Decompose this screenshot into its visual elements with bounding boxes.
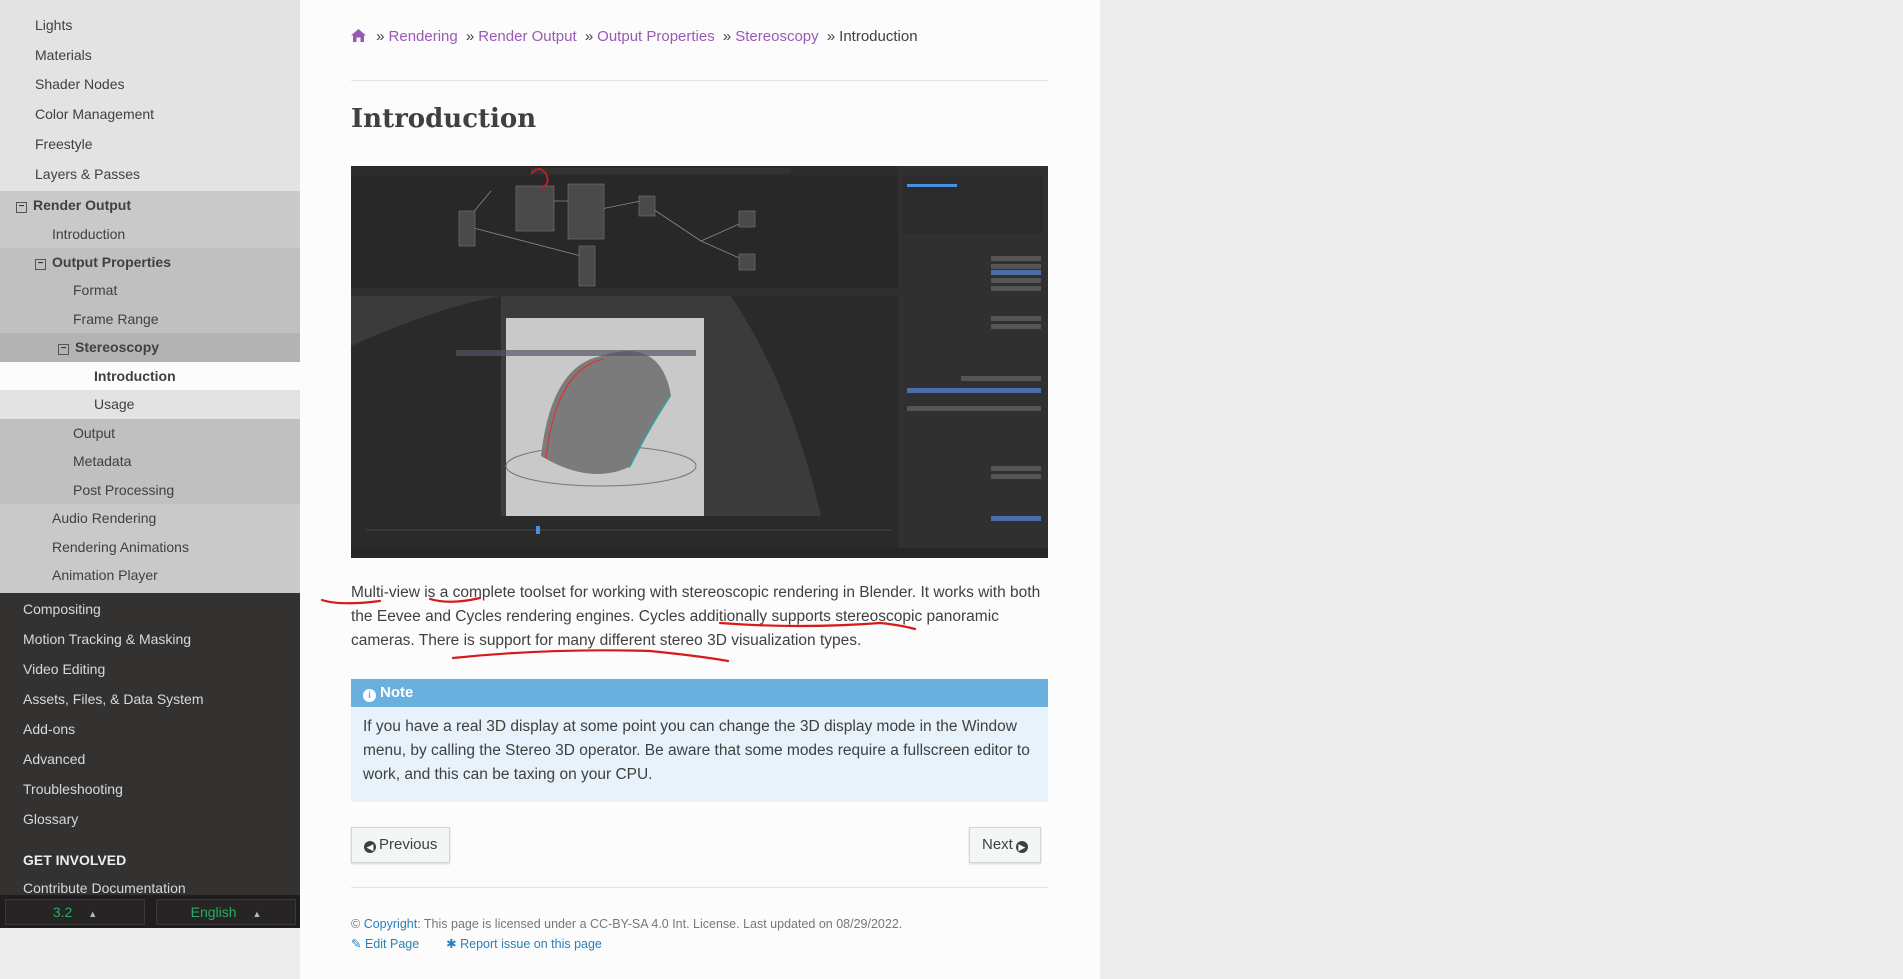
breadcrumb-separator: »: [376, 28, 385, 45]
divider: [351, 80, 1048, 81]
info-icon: i: [363, 689, 376, 702]
sidebar-item-video-editing[interactable]: Video Editing: [0, 654, 300, 684]
sidebar-item-post-processing[interactable]: Post Processing: [0, 476, 300, 505]
sidebar-item-assets[interactable]: Assets, Files, & Data System: [0, 684, 300, 714]
sidebar-item-troubleshooting[interactable]: Troubleshooting: [0, 774, 300, 804]
sidebar-item-glossary[interactable]: Glossary: [0, 804, 300, 834]
copyright-link[interactable]: Copyright: [364, 917, 418, 931]
breadcrumb-rendering[interactable]: Rendering: [389, 28, 458, 45]
sidebar-item-add-ons[interactable]: Add-ons: [0, 714, 300, 744]
previous-button[interactable]: ◀ Previous: [351, 827, 451, 863]
sidebar-item-label: Render Output: [33, 197, 131, 214]
sidebar: Lights Materials Shader Nodes Color Mana…: [0, 0, 300, 928]
sidebar-item-rendering-animations[interactable]: Rendering Animations: [0, 533, 300, 562]
sidebar-item-usage[interactable]: Usage: [0, 390, 300, 419]
sidebar-item-layers-passes[interactable]: Layers & Passes: [0, 160, 300, 192]
breadcrumb-separator: »: [826, 28, 836, 45]
breadcrumb-separator: »: [584, 28, 594, 45]
home-icon[interactable]: [351, 29, 366, 46]
sidebar-item-frame-range[interactable]: Frame Range: [0, 305, 300, 334]
breadcrumb-separator: »: [465, 28, 475, 45]
sidebar-item-label: Output Properties: [52, 254, 172, 271]
sidebar-item-color-management[interactable]: Color Management: [0, 100, 300, 130]
note-text: If you have a real 3D display at some po…: [363, 718, 1030, 783]
breadcrumb: » Rendering » Render Output » Output Proper…: [351, 28, 1048, 46]
sidebar-item-motion-tracking[interactable]: Motion Tracking & Masking: [0, 624, 300, 654]
note-title-label: Note: [380, 684, 414, 701]
next-label: Next: [982, 836, 1013, 853]
caret-up-icon: ▲: [252, 909, 262, 919]
note-admonition: i Note If you have a real 3D display at s…: [351, 679, 1048, 802]
version-label: 3.2: [52, 904, 73, 920]
blender-stereo-screenshot: [351, 166, 1048, 558]
sidebar-item-shader-nodes[interactable]: Shader Nodes: [0, 70, 300, 100]
main-content: » Rendering » Render Output » Output Proper…: [300, 0, 1100, 979]
sidebar-item-animation-player[interactable]: Animation Player: [0, 561, 300, 590]
sidebar-item-stereoscopy[interactable]: − Stereoscopy: [0, 333, 300, 362]
report-issue-label: Report issue on this page: [460, 937, 602, 951]
note-title: i Note: [351, 679, 1048, 707]
footer: © Copyright: This page is licensed under…: [351, 914, 902, 954]
edit-icon: ✎: [351, 937, 362, 951]
intro-paragraph: Multi-view is a complete toolset for wor…: [351, 584, 1041, 649]
version-bar: 3.2 ▲ English ▲: [0, 895, 300, 928]
sidebar-item-label: Stereoscopy: [75, 339, 160, 356]
breadcrumb-separator: »: [722, 28, 732, 45]
sidebar-caption-get-involved: GET INVOLVED: [23, 851, 127, 868]
sidebar-item-format[interactable]: Format: [0, 276, 300, 305]
sidebar-item-freestyle[interactable]: Freestyle: [0, 130, 300, 160]
caret-up-icon: ▲: [88, 909, 98, 919]
report-issue-link[interactable]: ✱ Report issue on this page: [446, 937, 602, 951]
edit-page-label: Edit Page: [364, 937, 420, 951]
arrow-left-circle-icon: ◀: [364, 841, 376, 853]
license-line: © Copyright: This page is licensed under…: [351, 914, 902, 934]
license-text: : This page is licensed under a CC-BY-SA…: [417, 917, 903, 931]
collapse-icon[interactable]: −: [16, 202, 27, 214]
sidebar-output-properties-group: − Output Properties Format Frame Range − S…: [0, 248, 300, 505]
collapse-icon[interactable]: −: [35, 259, 46, 271]
arrow-right-circle-icon: ▶: [1015, 841, 1028, 853]
language-selector[interactable]: English ▲: [156, 899, 296, 925]
breadcrumb-output-properties[interactable]: Output Properties: [597, 28, 715, 45]
sidebar-item-compositing[interactable]: Compositing: [0, 594, 300, 624]
sidebar-render-output-group: − Render Output Introduction − Output Prop…: [0, 191, 300, 593]
footer-links: ✎ Edit Page ✱ Report issue on this page: [351, 934, 902, 954]
sidebar-item-materials[interactable]: Materials: [0, 41, 300, 71]
sidebar-item-advanced[interactable]: Advanced: [0, 744, 300, 774]
version-selector[interactable]: 3.2 ▲: [5, 899, 145, 925]
screenshot-illustration: [351, 166, 1048, 558]
page-title: Introduction: [351, 104, 537, 134]
sidebar-item-render-output[interactable]: − Render Output: [0, 191, 300, 220]
sidebar-item-lights[interactable]: Lights: [0, 11, 300, 41]
sidebar-item-output-properties[interactable]: − Output Properties: [0, 248, 300, 276]
breadcrumb-current: Introduction: [839, 28, 918, 45]
sidebar-item-output[interactable]: Output: [0, 419, 300, 448]
breadcrumb-render-output[interactable]: Render Output: [478, 28, 576, 45]
copyright-symbol: ©: [351, 917, 361, 931]
divider: [351, 887, 1048, 888]
edit-page-link[interactable]: ✎ Edit Page: [351, 937, 419, 951]
sidebar-item-ro-introduction[interactable]: Introduction: [0, 220, 300, 248]
collapse-icon[interactable]: −: [58, 344, 69, 356]
sidebar-item-metadata[interactable]: Metadata: [0, 447, 300, 476]
language-label: English: [190, 904, 237, 920]
sidebar-item-audio-rendering[interactable]: Audio Rendering: [0, 504, 300, 533]
previous-label: Previous: [379, 836, 438, 853]
sidebar-item-current-introduction[interactable]: Introduction: [0, 361, 300, 391]
sidebar-main-sections: Compositing Motion Tracking & Masking Vi…: [0, 593, 300, 906]
sidebar-stereoscopy-group: − Stereoscopy Introduction Usage: [0, 333, 300, 419]
bug-icon: ✱: [446, 937, 457, 951]
breadcrumb-stereoscopy[interactable]: Stereoscopy: [735, 28, 818, 45]
next-button[interactable]: Next ▶: [969, 827, 1041, 863]
sidebar-level1: Lights Materials Shader Nodes Color Mana…: [0, 0, 300, 192]
